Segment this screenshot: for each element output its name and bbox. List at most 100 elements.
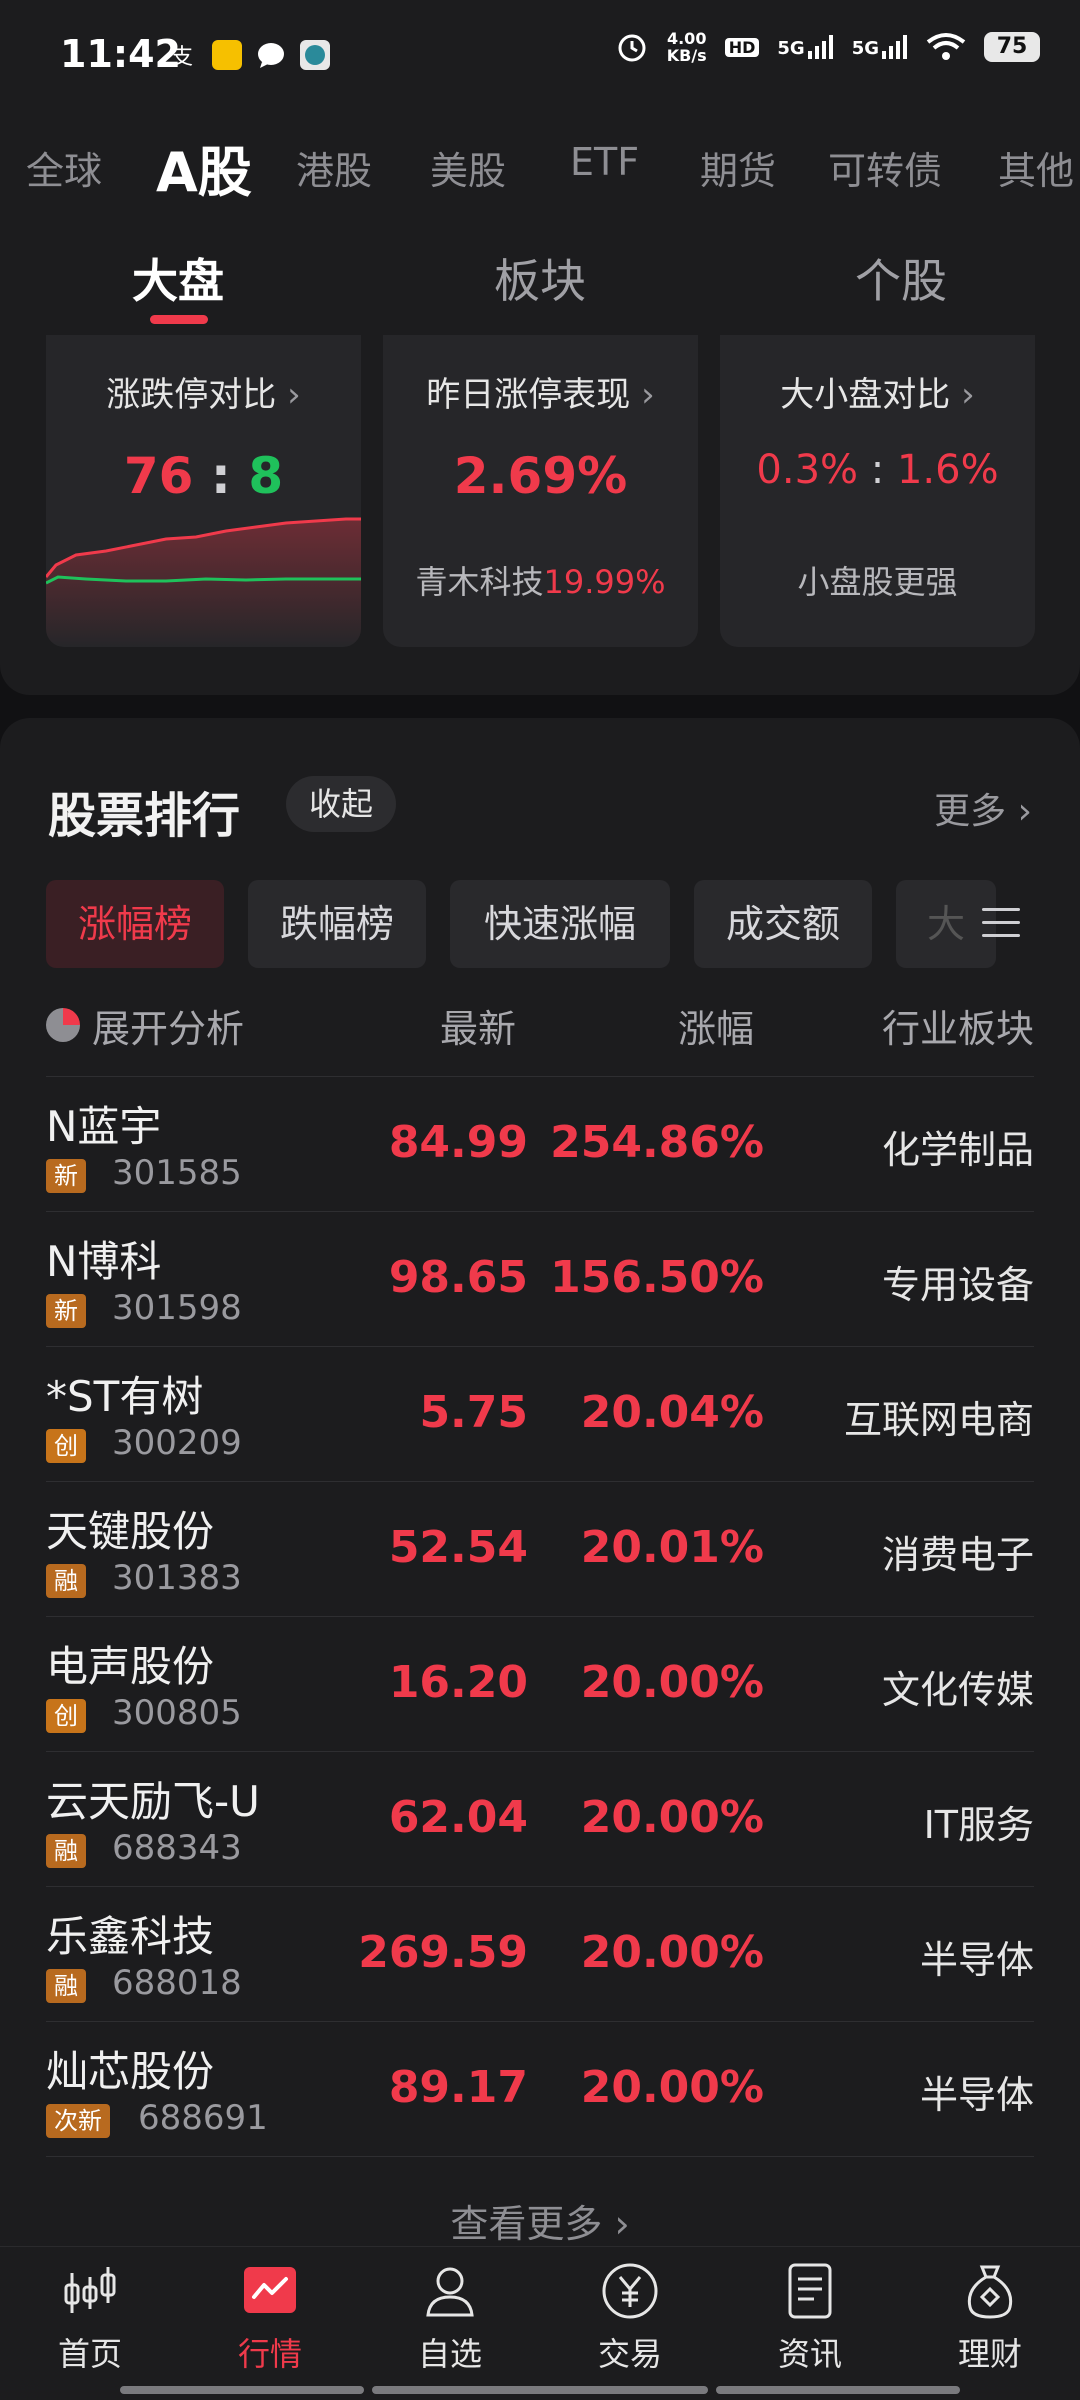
header-analysis[interactable]: 展开分析 [92, 998, 244, 1053]
analysis-pie-icon [46, 1008, 80, 1042]
app-notification-icon [300, 40, 330, 70]
tab-sectors[interactable]: 板块 [494, 245, 586, 311]
chevron-right-icon: › [961, 375, 975, 415]
tab-convertible[interactable]: 可转债 [828, 140, 942, 195]
cap-compare-card[interactable]: 大小盘对比 › 0.3% : 1.6% 小盘股更强 [720, 335, 1035, 647]
candlestick-icon [64, 2267, 116, 2313]
stock-name: 云天励飞-U [46, 1777, 260, 1826]
net-speed: 4.00 KB/s [666, 29, 707, 65]
stock-ranking-section: 股票排行 收起 更多 › 涨幅榜 跌幅榜 快速涨幅 成交额 大 展开分析 最新 … [0, 718, 1080, 2248]
tab-global[interactable]: 全球 [26, 140, 102, 195]
nav-home[interactable]: 首页 [30, 2259, 150, 2379]
message-icon [256, 40, 286, 70]
cap-compare-title: 大小盘对比 › [780, 375, 975, 415]
header-industry[interactable]: 行业板块 [882, 998, 1034, 1053]
stock-badge: 融 [46, 1834, 86, 1868]
stock-code: 301598 [112, 1288, 242, 1328]
table-row[interactable]: 电声股份 创 300805 16.20 20.00% 文化传媒 [46, 1616, 1034, 1751]
gesture-bar [372, 2386, 708, 2394]
table-row[interactable]: 灿芯股份 次新 688691 89.17 20.00% 半导体 [46, 2021, 1034, 2156]
tab-hk[interactable]: 港股 [296, 140, 372, 195]
more-link[interactable]: 更多 › [934, 782, 1032, 834]
table-row[interactable]: N蓝宇 新 301585 84.99 254.86% 化学制品 [46, 1076, 1034, 1211]
stock-industry: 半导体 [919, 1938, 1034, 1982]
stock-change: 20.00% [580, 2062, 764, 2113]
alipay-icon: 支 [168, 40, 198, 70]
limit-trend-chart [46, 517, 361, 647]
see-more-link[interactable]: 查看更多 › [0, 2193, 1080, 2248]
signal-2: 5G [852, 35, 908, 59]
signal-1: 5G [777, 35, 833, 59]
tab-stocks[interactable]: 个股 [855, 245, 947, 311]
header-change[interactable]: 涨幅 [678, 998, 754, 1053]
stock-change: 20.00% [580, 1792, 764, 1843]
tab-a-share[interactable]: A股 [156, 128, 252, 207]
table-row[interactable]: 天键股份 融 301383 52.54 20.01% 消费电子 [46, 1481, 1034, 1616]
gesture-bar [716, 2386, 960, 2394]
stock-name: N博科 [46, 1237, 162, 1286]
stock-badge: 新 [46, 1159, 86, 1193]
stock-industry: 专用设备 [881, 1263, 1034, 1307]
header-latest[interactable]: 最新 [440, 998, 516, 1053]
stock-price: 16.20 [388, 1657, 528, 1708]
tab-market-overview[interactable]: 大盘 [132, 245, 224, 311]
stock-name: 电声股份 [46, 1642, 215, 1691]
active-tab-indicator [150, 315, 208, 324]
stock-badge: 融 [46, 1969, 86, 2003]
battery-indicator: 75 [984, 32, 1040, 62]
tab-etf[interactable]: ETF [570, 140, 639, 184]
stock-badge: 创 [46, 1429, 86, 1463]
stock-industry: 文化传媒 [881, 1668, 1034, 1712]
wifi-icon [926, 33, 966, 60]
stock-change: 254.86% [550, 1117, 764, 1168]
status-bar: 11:42 支 4.00 KB/s HD 5G 5G 75 [0, 0, 1080, 110]
tab-us[interactable]: 美股 [430, 140, 506, 195]
stock-price: 89.17 [388, 2062, 528, 2113]
meituan-icon [212, 40, 242, 70]
limit-compare-card[interactable]: 涨跌停对比 › 76 : 8 [46, 335, 361, 647]
menu-icon[interactable] [972, 898, 1032, 948]
stock-price: 62.04 [388, 1792, 528, 1843]
chip-top-gainers[interactable]: 涨幅榜 [46, 880, 224, 968]
chip-turnover[interactable]: 成交额 [694, 880, 872, 968]
svg-text:支: 支 [171, 45, 193, 70]
nav-news[interactable]: 资讯 [750, 2259, 870, 2379]
table-row[interactable]: 乐鑫科技 融 688018 269.59 20.00% 半导体 [46, 1886, 1034, 2021]
stock-code: 688343 [112, 1828, 242, 1868]
signal-bars-icon [882, 35, 907, 59]
nav-market[interactable]: 行情 [210, 2259, 330, 2379]
nav-trade[interactable]: 交易 [570, 2259, 690, 2379]
chevron-right-icon: › [641, 375, 655, 415]
stock-industry: 消费电子 [881, 1533, 1034, 1577]
trend-chart-icon [244, 2267, 296, 2313]
chip-fast-rise[interactable]: 快速涨幅 [450, 880, 670, 968]
collapse-button[interactable]: 收起 [286, 776, 396, 832]
tab-other[interactable]: 其他 [998, 140, 1074, 195]
money-bag-icon [967, 2265, 1013, 2319]
chevron-right-icon: › [1017, 791, 1032, 832]
signal-bars-icon [807, 35, 833, 59]
document-icon [788, 2263, 832, 2319]
stock-change: 20.00% [580, 1657, 764, 1708]
status-right: 4.00 KB/s HD 5G 5G 75 [615, 30, 1040, 64]
chip-top-losers[interactable]: 跌幅榜 [248, 880, 426, 968]
stock-name: N蓝宇 [46, 1102, 162, 1151]
tab-futures[interactable]: 期货 [700, 140, 776, 195]
ranking-chips: 涨幅榜 跌幅榜 快速涨幅 成交额 大 [46, 880, 1036, 968]
stock-change: 20.01% [580, 1522, 764, 1573]
table-row[interactable]: N博科 新 301598 98.65 156.50% 专用设备 [46, 1211, 1034, 1346]
limit-compare-title: 涨跌停对比 › [106, 375, 301, 415]
table-row[interactable]: 云天励飞-U 融 688343 62.04 20.00% IT服务 [46, 1751, 1034, 1886]
limit-compare-values: 76 : 8 [123, 447, 284, 505]
stock-badge: 创 [46, 1699, 86, 1733]
nav-watchlist[interactable]: 自选 [390, 2259, 510, 2379]
nav-wealth[interactable]: 理财 [930, 2259, 1050, 2379]
stock-code: 688018 [112, 1963, 242, 2003]
stock-change: 20.04% [580, 1387, 764, 1438]
yesterday-limit-card[interactable]: 昨日涨停表现 › 2.69% 青木科技19.99% [383, 335, 698, 647]
sub-tabs: 大盘 板块 个股 [0, 225, 1080, 325]
stock-industry: 半导体 [919, 2073, 1034, 2117]
chevron-right-icon: › [287, 375, 301, 415]
table-row[interactable]: *ST有树 创 300209 5.75 20.04% 互联网电商 [46, 1346, 1034, 1481]
cap-compare-note: 小盘股更强 [797, 563, 958, 601]
